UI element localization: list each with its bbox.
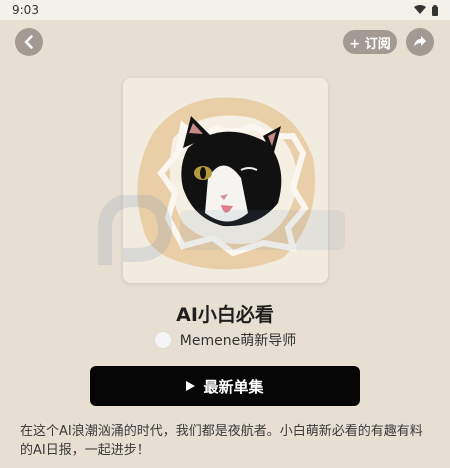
latest-episode-label: 最新单集: [203, 377, 264, 396]
author-avatar: [153, 331, 172, 349]
status-time: 9:03: [12, 3, 39, 17]
back-arrow-icon: [24, 35, 33, 49]
status-bar: 9:03: [0, 0, 450, 20]
status-icons: [414, 4, 438, 16]
podcast-author[interactable]: Memene萌新导师: [0, 330, 450, 350]
wifi-icon: [414, 5, 426, 14]
author-name: Memene萌新导师: [179, 333, 297, 349]
latest-episode-button[interactable]: 最新单集: [90, 366, 360, 406]
subscribe-button[interactable]: + 订阅: [343, 30, 397, 54]
battery-icon: [432, 4, 438, 16]
share-icon: [414, 36, 426, 47]
podcast-description: 在这个AI浪潮汹涌的时代，我们都是夜航者。小白萌新必看的有趣有料的AI日报，一起…: [20, 424, 423, 458]
play-icon: [186, 381, 196, 391]
watermark-logo: [98, 195, 345, 265]
podcast-title: AI小白必看: [176, 304, 274, 326]
back-button[interactable]: [15, 28, 43, 56]
share-button[interactable]: [406, 28, 434, 56]
